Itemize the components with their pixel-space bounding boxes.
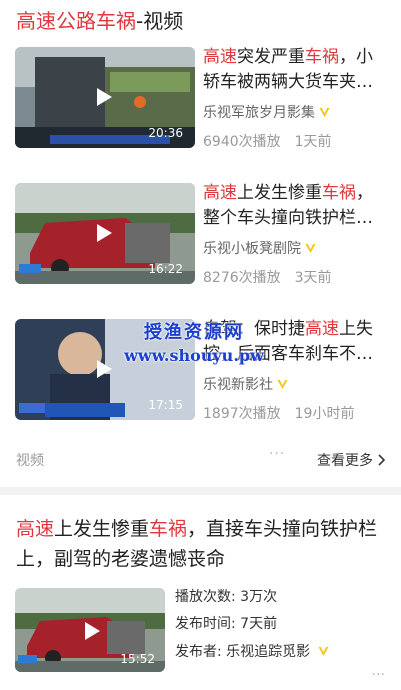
video-thumbnail[interactable]: 20:36 <box>15 47 195 148</box>
video-title[interactable]: 自驾：保时捷高速上失控，后面客车刹车不… <box>203 317 389 367</box>
title-text: 自驾：保时捷 <box>203 319 305 339</box>
video-thumbnail[interactable]: 16:22 <box>15 183 195 284</box>
highlight-keyword: 车祸 <box>305 47 339 67</box>
title-text: 突发严重 <box>237 47 305 67</box>
search-result-card: 高速公路车祸-视频 20:36 高速突发严重车祸，小轿车被两辆大货车夹… 乐视军… <box>0 0 401 487</box>
verified-icon <box>277 380 288 389</box>
play-count-row: 播放次数: 3万次 <box>175 589 278 605</box>
feature-video-card[interactable]: 高速上发生惨重车祸，直接车头撞向铁护栏上，副驾的老婆遗憾丧命 15:52 播放次… <box>0 495 401 690</box>
verified-icon <box>305 244 316 253</box>
title-text: 上发生惨重 <box>237 183 322 203</box>
publish-time-row: 发布时间: 7天前 <box>175 616 278 632</box>
verified-icon <box>319 108 330 117</box>
chevron-right-icon <box>378 454 386 466</box>
video-source[interactable]: 乐视小板凳剧院 <box>203 238 316 258</box>
video-item[interactable]: 16:22 高速上发生惨重车祸，整个车头撞向铁护栏… 乐视小板凳剧院 8276次… <box>0 180 401 300</box>
more-options-icon[interactable]: ··· <box>372 667 385 683</box>
footer-label: 视频 <box>16 453 44 469</box>
feature-title[interactable]: 高速上发生惨重车祸，直接车头撞向铁护栏上，副驾的老婆遗憾丧命 <box>16 514 388 574</box>
highlight-keyword: 高速 <box>203 47 237 67</box>
card-footer: 视频 ··· 查看更多 <box>16 446 386 474</box>
video-source[interactable]: 乐视军旅岁月影集 <box>203 102 330 122</box>
video-meta: 6940次播放 1天前 <box>203 134 332 150</box>
play-icon <box>97 360 112 378</box>
video-meta: 8276次播放 3天前 <box>203 270 332 286</box>
video-title[interactable]: 高速突发严重车祸，小轿车被两辆大货车夹… <box>203 45 389 95</box>
publisher-row[interactable]: 发布者: 乐视追踪觅影 <box>175 641 329 661</box>
video-duration: 20:36 <box>148 126 183 140</box>
video-thumbnail[interactable]: 15:52 <box>15 588 165 672</box>
video-meta: 1897次播放 19小时前 <box>203 406 355 422</box>
video-duration: 15:52 <box>120 652 155 666</box>
play-icon <box>97 88 112 106</box>
play-icon <box>85 622 100 640</box>
highlight-keyword: 车祸 <box>322 183 356 203</box>
video-duration: 17:15 <box>148 398 183 412</box>
video-title[interactable]: 高速上发生惨重车祸，整个车头撞向铁护栏… <box>203 181 389 231</box>
video-item[interactable]: 17:15 自驾：保时捷高速上失控，后面客车刹车不… 乐视新影社 1897次播放… <box>0 316 401 436</box>
highlight-keyword: 车祸 <box>149 518 188 540</box>
play-icon <box>97 224 112 242</box>
highlight-keyword: 高速 <box>16 518 55 540</box>
title-text: 上发生惨重 <box>54 518 150 540</box>
video-source[interactable]: 乐视新影社 <box>203 374 288 394</box>
verified-icon <box>318 647 329 656</box>
video-item[interactable]: 20:36 高速突发严重车祸，小轿车被两辆大货车夹… 乐视军旅岁月影集 6940… <box>0 44 401 164</box>
highlight-keyword: 高速 <box>203 183 237 203</box>
video-thumbnail[interactable]: 17:15 <box>15 319 195 420</box>
video-duration: 16:22 <box>148 262 183 276</box>
more-options-icon[interactable]: ··· <box>269 446 285 462</box>
see-more-link[interactable]: 查看更多 <box>317 450 386 470</box>
highlight-keyword: 高速 <box>305 319 339 339</box>
card-separator <box>0 487 401 495</box>
section-title[interactable]: 高速公路车祸-视频 <box>16 7 183 35</box>
